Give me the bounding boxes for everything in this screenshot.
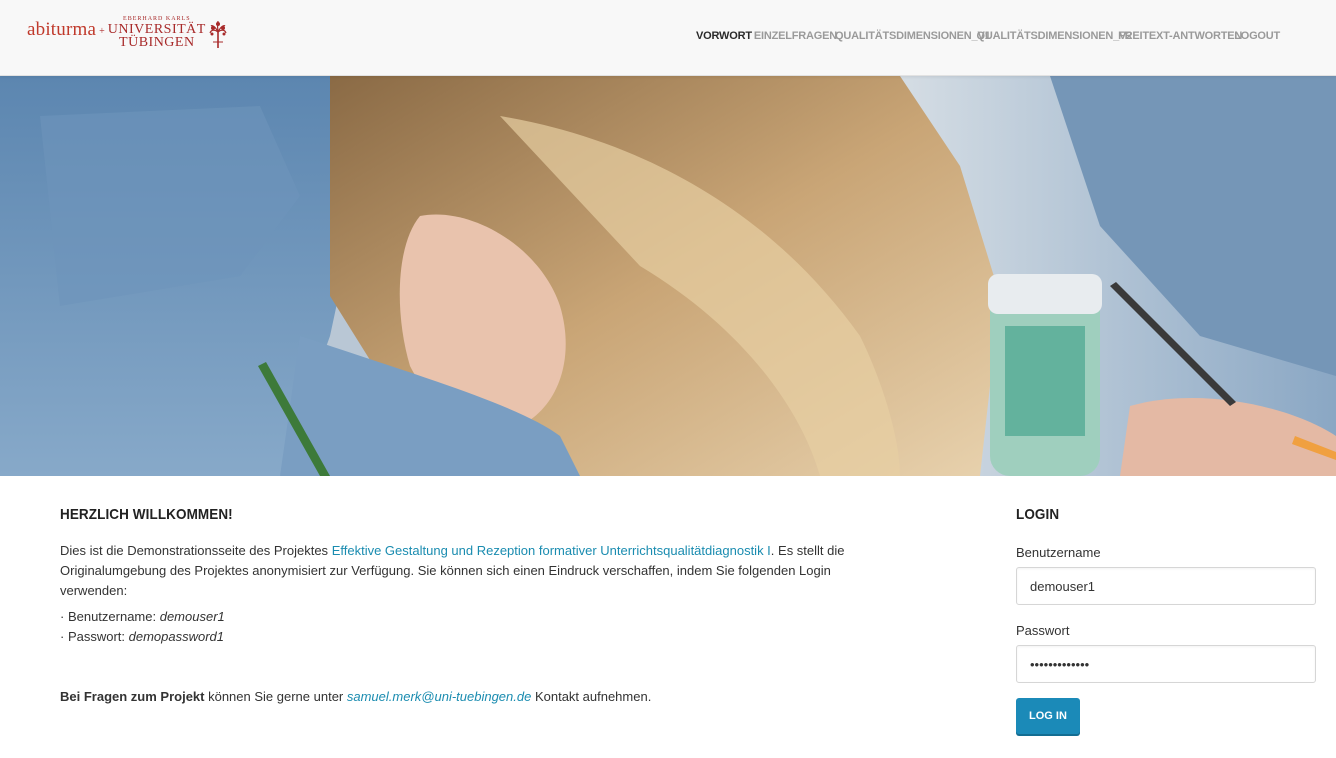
welcome-section: HERZLICH WILLKOMMEN! Dies ist die Demons… <box>60 506 860 707</box>
password-label: Passwort <box>1016 623 1070 638</box>
intro-paragraph: Dies ist die Demonstrationsseite des Pro… <box>60 541 860 601</box>
main-nav: VORWORT EINZELFRAGEN QUALITÄTSDIMENSIONE… <box>696 26 1280 44</box>
nav-item-qualitaetsdimensionen-v2[interactable]: QUALITÄTSDIMENSIONEN_V2 <box>977 30 1133 42</box>
password-input[interactable] <box>1016 645 1316 683</box>
contact-paragraph: Bei Fragen zum Projekt können Sie gerne … <box>60 687 860 707</box>
logo-abiturma-text: abiturma <box>27 19 97 40</box>
logo-university: EBERHARD KARLS UNIVERSITÄT TÜBINGEN <box>108 16 206 50</box>
username-label: Benutzername <box>1016 545 1101 560</box>
login-button[interactable]: LOG IN <box>1016 698 1080 734</box>
credential-password: · Passwort: demopassword1 <box>60 627 860 647</box>
credential-password-label: · Passwort: <box>60 629 129 644</box>
credential-password-value: demopassword1 <box>128 629 225 644</box>
nav-item-logout[interactable]: LOGOUT <box>1234 30 1280 42</box>
credential-username-label: · Benutzername: <box>60 609 160 624</box>
credential-username: · Benutzername: demouser1 <box>60 607 860 627</box>
contact-mid-text: können Sie gerne unter <box>204 689 347 704</box>
logo-university-line2: TÜBINGEN <box>119 35 195 50</box>
palm-tree-icon <box>209 20 227 53</box>
contact-email: samuel.merk@uni-tuebingen.de <box>346 689 532 704</box>
top-navbar: abiturma + EBERHARD KARLS UNIVERSITÄT TÜ… <box>0 0 1336 76</box>
nav-item-vorwort[interactable]: VORWORT <box>696 30 752 42</box>
student-writing-photo-icon <box>0 76 1336 476</box>
nav-item-qualitaetsdimensionen-v1[interactable]: QUALITÄTSDIMENSIONEN_V1 <box>835 30 991 42</box>
contact-email-link[interactable]: samuel.merk@uni-tuebingen.de <box>347 689 531 704</box>
nav-item-freitext-antworten[interactable]: FREITEXT-ANTWORTEN <box>1118 30 1242 42</box>
intro-text-before: Dies ist die Demonstrationsseite des Pro… <box>60 543 332 558</box>
login-form: LOGIN Benutzername Passwort LOG IN <box>1016 506 1316 734</box>
welcome-title: HERZLICH WILLKOMMEN! <box>60 506 233 523</box>
username-input[interactable] <box>1016 567 1316 605</box>
login-title: LOGIN <box>1016 506 1060 523</box>
nav-item-einzelfragen[interactable]: EINZELFRAGEN <box>754 30 837 42</box>
contact-bold-text: Bei Fragen zum Projekt <box>60 689 205 704</box>
site-logo[interactable]: abiturma + EBERHARD KARLS UNIVERSITÄT TÜ… <box>27 16 227 52</box>
hero-image <box>0 76 1336 476</box>
credential-username-value: demouser1 <box>159 609 225 624</box>
project-link[interactable]: Effektive Gestaltung und Rezeption forma… <box>332 543 771 558</box>
credentials-list: · Benutzername: demouser1 · Passwort: de… <box>60 607 860 647</box>
contact-end-text: Kontakt aufnehmen. <box>531 689 652 704</box>
logo-plus-sign: + <box>99 26 105 37</box>
